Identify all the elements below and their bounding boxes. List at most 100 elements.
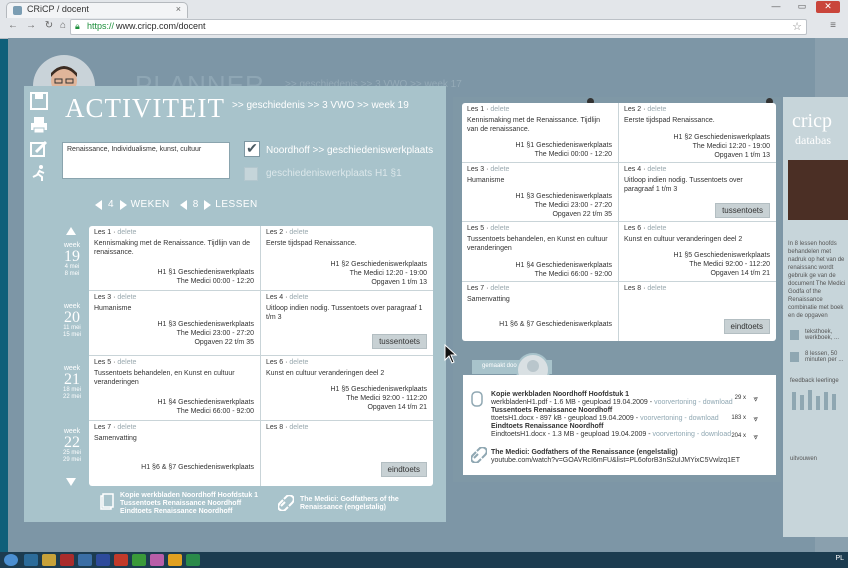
file-actions[interactable]: voorvertoning - download: [654, 399, 733, 406]
activity-title: ACTIVITEIT: [65, 93, 225, 123]
lesson-cell-8[interactable]: Les 8 · delete eindtoets: [261, 421, 433, 486]
video-title[interactable]: The Medici: Godfathers of the Renaissanc…: [491, 449, 678, 457]
menu-icon[interactable]: ≡: [826, 19, 840, 33]
file-title[interactable]: Kopie werkbladen Noordhoff Hoofdstuk 1: [491, 391, 629, 399]
lessons-decrease-icon[interactable]: [179, 199, 187, 210]
detail-cell-3[interactable]: Les 3 · delete Humanisme H1 §3 Geschiede…: [462, 163, 619, 222]
download-count: 183 x: [731, 415, 746, 421]
delete-link[interactable]: delete: [289, 359, 308, 366]
taskbar-app-icon[interactable]: [78, 554, 92, 566]
detail-cell-1[interactable]: Les 1 · delete Kennismaking met de Renai…: [462, 103, 619, 163]
minimize-button[interactable]: —: [764, 1, 788, 13]
video-url[interactable]: youtube.com/watch?v=GOAVRcI6mFU&list=PL6…: [491, 457, 740, 465]
week-20: week 20 11 mei 15 mei: [62, 303, 81, 338]
strip-files[interactable]: Kopie werkbladen Noordhoff Hoofdstuk 1 T…: [120, 492, 275, 516]
download-count: 204 x: [731, 433, 746, 439]
address-bar[interactable]: 🔒︎ https:// www.cricp.com/docent ☆: [70, 19, 807, 35]
lesson-cell-7[interactable]: Les 7 · delete Samenvatting H1 §6 & §7 G…: [89, 421, 261, 486]
tab-close-icon[interactable]: ×: [176, 4, 181, 14]
detail-cell-2[interactable]: Les 2 · delete Eerste tijdspad Renaissan…: [619, 103, 776, 163]
maximize-button[interactable]: ▭: [790, 1, 814, 13]
home-icon[interactable]: ⌂: [56, 19, 70, 33]
tussentoets-button[interactable]: tussentoets: [372, 334, 427, 349]
detail-cell-4[interactable]: Les 4 · delete Uitloop indien nodig. Tus…: [619, 163, 776, 222]
url-protocol: https://: [87, 21, 115, 31]
side-toolbar: [24, 88, 54, 188]
detail-cell-5[interactable]: Les 5 · delete Tussentoets behandelen, e…: [462, 222, 619, 282]
detail-tussentoets-button[interactable]: tussentoets: [715, 203, 770, 218]
bookmark-star-icon[interactable]: ☆: [792, 20, 802, 33]
taskbar-app-icon[interactable]: [24, 554, 38, 566]
language-indicator[interactable]: PL: [835, 555, 844, 562]
weeks-increase-icon[interactable]: [119, 199, 127, 210]
file-actions[interactable]: voorvertoning - download: [640, 415, 719, 422]
delete-link[interactable]: delete: [289, 424, 308, 431]
taskbar-app-icon[interactable]: [60, 554, 74, 566]
detail-cell-6[interactable]: Les 6 · delete Kunst en cultuur verander…: [619, 222, 776, 282]
forward-icon[interactable]: →: [24, 19, 38, 33]
save-icon[interactable]: [29, 92, 49, 110]
delete-link[interactable]: delete: [289, 229, 308, 236]
delete-link[interactable]: delete: [117, 424, 136, 431]
download-icon[interactable]: ⩔: [753, 394, 758, 404]
taskbar-app-icon[interactable]: [132, 554, 146, 566]
close-window-button[interactable]: ✕: [816, 1, 840, 13]
file-title[interactable]: Tussentoets Renaissance Noordhoff: [491, 407, 612, 415]
delete-link[interactable]: delete: [289, 294, 308, 301]
download-icon[interactable]: ⩔: [753, 432, 758, 442]
tags-textarea[interactable]: Renaissance, Individualisme, kunst, cult…: [62, 142, 230, 179]
download-icon[interactable]: ⩔: [753, 414, 758, 424]
files-icon: [100, 493, 114, 516]
lesson-cell-2[interactable]: Les 2 · delete Eerste tijdspad Renaissan…: [261, 226, 433, 291]
eindtoets-button[interactable]: eindtoets: [380, 462, 427, 477]
browser-tab[interactable]: CRiCP / docent ×: [6, 2, 188, 18]
lesson-cell-1[interactable]: Les 1 · delete Kennismaking met de Renai…: [89, 226, 261, 291]
back-icon[interactable]: ←: [6, 19, 20, 33]
lessons-increase-icon[interactable]: [204, 199, 212, 210]
lock-icon: 🔒︎: [75, 21, 80, 31]
lesson-cell-4[interactable]: Les 4 · delete Uitloop indien nodig. Tus…: [261, 291, 433, 356]
detail-eindtoets-button[interactable]: eindtoets: [723, 319, 770, 334]
delete-link[interactable]: delete: [117, 359, 136, 366]
lesson-cell-3[interactable]: Les 3 · delete Humanisme H1 §3 Geschiede…: [89, 291, 261, 356]
week-19: week 19 4 mei 8 mei: [63, 242, 81, 277]
delete-link[interactable]: delete: [117, 294, 136, 301]
lesson-grid: Les 1 · delete Kennismaking met de Renai…: [89, 226, 433, 486]
taskbar-app-icon[interactable]: [114, 554, 128, 566]
lesson-cell-6[interactable]: Les 6 · delete Kunst en cultuur verander…: [261, 356, 433, 421]
lesson-cell-5[interactable]: Les 5 · delete Tussentoets behandelen, e…: [89, 356, 261, 421]
delete-link[interactable]: delete: [117, 229, 136, 236]
edit-icon[interactable]: [29, 140, 49, 158]
taskbar-app-icon[interactable]: [96, 554, 110, 566]
taskbar-app-icon[interactable]: [150, 554, 164, 566]
file-list: Kopie werkbladen Noordhoff Hoofdstuk 1 w…: [463, 375, 776, 475]
run-icon[interactable]: [29, 164, 49, 182]
book-cover-image[interactable]: [788, 160, 848, 220]
print-icon[interactable]: [29, 116, 49, 134]
weeks-decrease-icon[interactable]: [95, 199, 102, 210]
download-count: 29 x: [734, 395, 746, 401]
cricp-title: cricp: [792, 110, 832, 132]
activity-breadcrumb[interactable]: >> geschiedenis >> 3 VWO >> week 19: [232, 100, 409, 111]
week-column: week 19 4 mei 8 mei week 20 11 mei 15 mei week…: [57, 225, 87, 487]
cricp-subtitle: databas: [795, 133, 831, 147]
document-icon: [471, 391, 483, 409]
strip-video[interactable]: The Medici: Godfathers of the Renaissanc…: [300, 496, 420, 512]
start-button[interactable]: [4, 554, 18, 566]
source1-checkbox[interactable]: ✔: [244, 141, 260, 157]
detail-cell-8[interactable]: Les 8 · delete eindtoets: [619, 282, 776, 341]
cricp-feedback: feedback leerlinge: [790, 378, 839, 384]
favicon-icon: [13, 6, 22, 15]
file-actions[interactable]: voorvertoning - download: [653, 431, 732, 438]
reload-icon[interactable]: ↻: [42, 19, 56, 33]
source2-checkbox[interactable]: [244, 167, 258, 181]
taskbar-app-icon[interactable]: [186, 554, 200, 566]
detail-cell-7[interactable]: Les 7 · delete Samenvatting H1 §6 & §7 G…: [462, 282, 619, 341]
taskbar-app-icon[interactable]: [42, 554, 56, 566]
feedback-bar: [832, 394, 836, 410]
expand-link[interactable]: uitvouwen: [790, 456, 817, 462]
weeks-lessons-selector: 4 WEKEN 8 LESSEN: [95, 199, 268, 210]
tab-title: CRiCP / docent: [27, 4, 89, 14]
file-title[interactable]: Eindtoets Renaissance Noordhoff: [491, 423, 603, 431]
taskbar-app-icon[interactable]: [168, 554, 182, 566]
